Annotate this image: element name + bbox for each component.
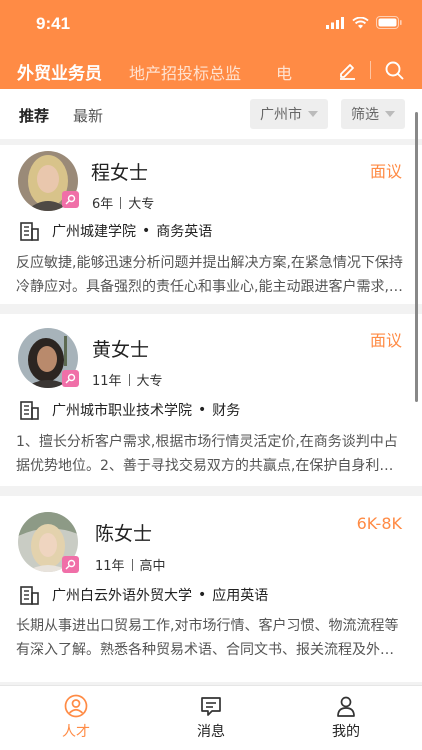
- header-actions: [337, 60, 404, 80]
- school-row: 广州城市职业技术学院 • 财务: [20, 400, 240, 420]
- top-bar: 9:41 外贸业务员 地产招投标总监 电: [0, 0, 422, 89]
- header-divider: [370, 61, 371, 79]
- salary-label: 面议: [369, 162, 402, 181]
- edit-icon[interactable]: [337, 60, 357, 80]
- meta-divider: [120, 196, 122, 209]
- signal-icon: [326, 16, 344, 29]
- building-icon: [20, 221, 39, 241]
- tab-partial[interactable]: 电: [276, 60, 292, 84]
- experience-years: 11年: [95, 559, 125, 574]
- candidate-name: 程女士: [91, 162, 149, 184]
- job-tabs: 外贸业务员 地产招投标总监 电: [0, 52, 422, 89]
- separator-dot: •: [142, 223, 151, 239]
- nav-mine[interactable]: 我的: [306, 694, 386, 741]
- school-row: 广州白云外语外贸大学 • 应用英语: [20, 585, 268, 605]
- scrollbar[interactable]: [415, 112, 418, 402]
- major-name: 财务: [212, 403, 241, 419]
- salary-label: 面议: [369, 331, 402, 350]
- nav-talent[interactable]: 人才: [36, 694, 116, 741]
- school-name: 广州城建学院: [52, 224, 136, 240]
- chevron-down-icon: [308, 111, 318, 117]
- chevron-down-icon: [385, 111, 395, 117]
- education-level: 大专: [128, 197, 155, 212]
- salary-label: 6K-8K: [356, 514, 402, 533]
- system-icons: [326, 16, 402, 29]
- separator-dot: •: [198, 402, 207, 418]
- status-time: 9:41: [36, 14, 71, 33]
- meta-divider: [131, 558, 133, 571]
- meta-divider: [128, 373, 130, 386]
- screen-dropdown-label: 筛选: [351, 107, 379, 123]
- candidate-description: 反应敏捷,能够迅速分析问题并提出解决方案,在紧急情况下保持冷静应对。具备强烈的责…: [16, 255, 403, 295]
- message-icon: [201, 697, 221, 716]
- candidate-name: 陈女士: [95, 523, 153, 545]
- nav-messages-label: 消息: [197, 724, 225, 740]
- status-bar: 9:41: [0, 0, 422, 44]
- nav-talent-label: 人才: [62, 724, 90, 740]
- experience-education: 11年 大专: [92, 370, 163, 389]
- filter-tab-recommended[interactable]: 推荐: [19, 105, 49, 126]
- candidate-name: 黄女士: [92, 339, 150, 361]
- search-icon[interactable]: [384, 60, 404, 80]
- gender-female-icon: [62, 191, 79, 208]
- nav-messages[interactable]: 消息: [171, 694, 251, 741]
- building-icon: [20, 400, 39, 420]
- bottom-nav: 人才 消息 我的: [0, 685, 422, 750]
- education-level: 高中: [139, 559, 166, 574]
- tab-foreign-trade[interactable]: 外贸业务员: [17, 59, 102, 84]
- candidate-description: 1、擅长分析客户需求,根据市场行情灵活定价,在商务谈判中占据优势地位。2、善于寻…: [16, 434, 398, 474]
- candidate-card[interactable]: 程女士 面议 6年 大专 广州城建学院 • 商务英语 反应敏捷,能够迅速分析问题…: [0, 145, 422, 304]
- user-icon: [337, 696, 355, 717]
- major-name: 商务英语: [156, 224, 213, 240]
- talent-icon: [64, 694, 88, 718]
- nav-mine-label: 我的: [332, 724, 360, 740]
- filter-bar: 推荐 最新 广州市 筛选: [0, 89, 422, 139]
- separator-dot: •: [198, 587, 207, 603]
- school-name: 广州白云外语外贸大学: [52, 588, 192, 604]
- tab-real-estate-bidding[interactable]: 地产招投标总监: [129, 60, 241, 84]
- candidate-card[interactable]: 黄女士 面议 11年 大专 广州城市职业技术学院 • 财务 1、擅长分析客户需求…: [0, 314, 422, 486]
- gender-female-icon: [62, 556, 79, 573]
- building-icon: [20, 585, 39, 605]
- education-level: 大专: [136, 374, 163, 389]
- wifi-icon: [352, 16, 369, 28]
- experience-education: 6年 大专: [92, 193, 154, 212]
- gender-female-icon: [62, 370, 79, 387]
- school-name: 广州城市职业技术学院: [52, 403, 192, 419]
- candidate-description: 长期从事进出口贸易工作,对市场行情、客户习惯、物流流程等有深入了解。熟悉各种贸易…: [16, 618, 399, 658]
- city-dropdown-label: 广州市: [260, 107, 302, 123]
- battery-icon: [376, 16, 402, 29]
- candidate-card[interactable]: 陈女士 6K-8K 11年 高中 广州白云外语外贸大学 • 应用英语 长期从事进…: [0, 496, 422, 682]
- experience-years: 6年: [92, 197, 114, 212]
- filter-tab-latest[interactable]: 最新: [73, 105, 103, 126]
- screen-dropdown[interactable]: 筛选: [341, 99, 405, 129]
- school-row: 广州城建学院 • 商务英语: [20, 221, 212, 241]
- experience-years: 11年: [92, 374, 122, 389]
- experience-education: 11年 高中: [95, 555, 166, 574]
- major-name: 应用英语: [212, 588, 269, 604]
- city-dropdown[interactable]: 广州市: [250, 99, 328, 129]
